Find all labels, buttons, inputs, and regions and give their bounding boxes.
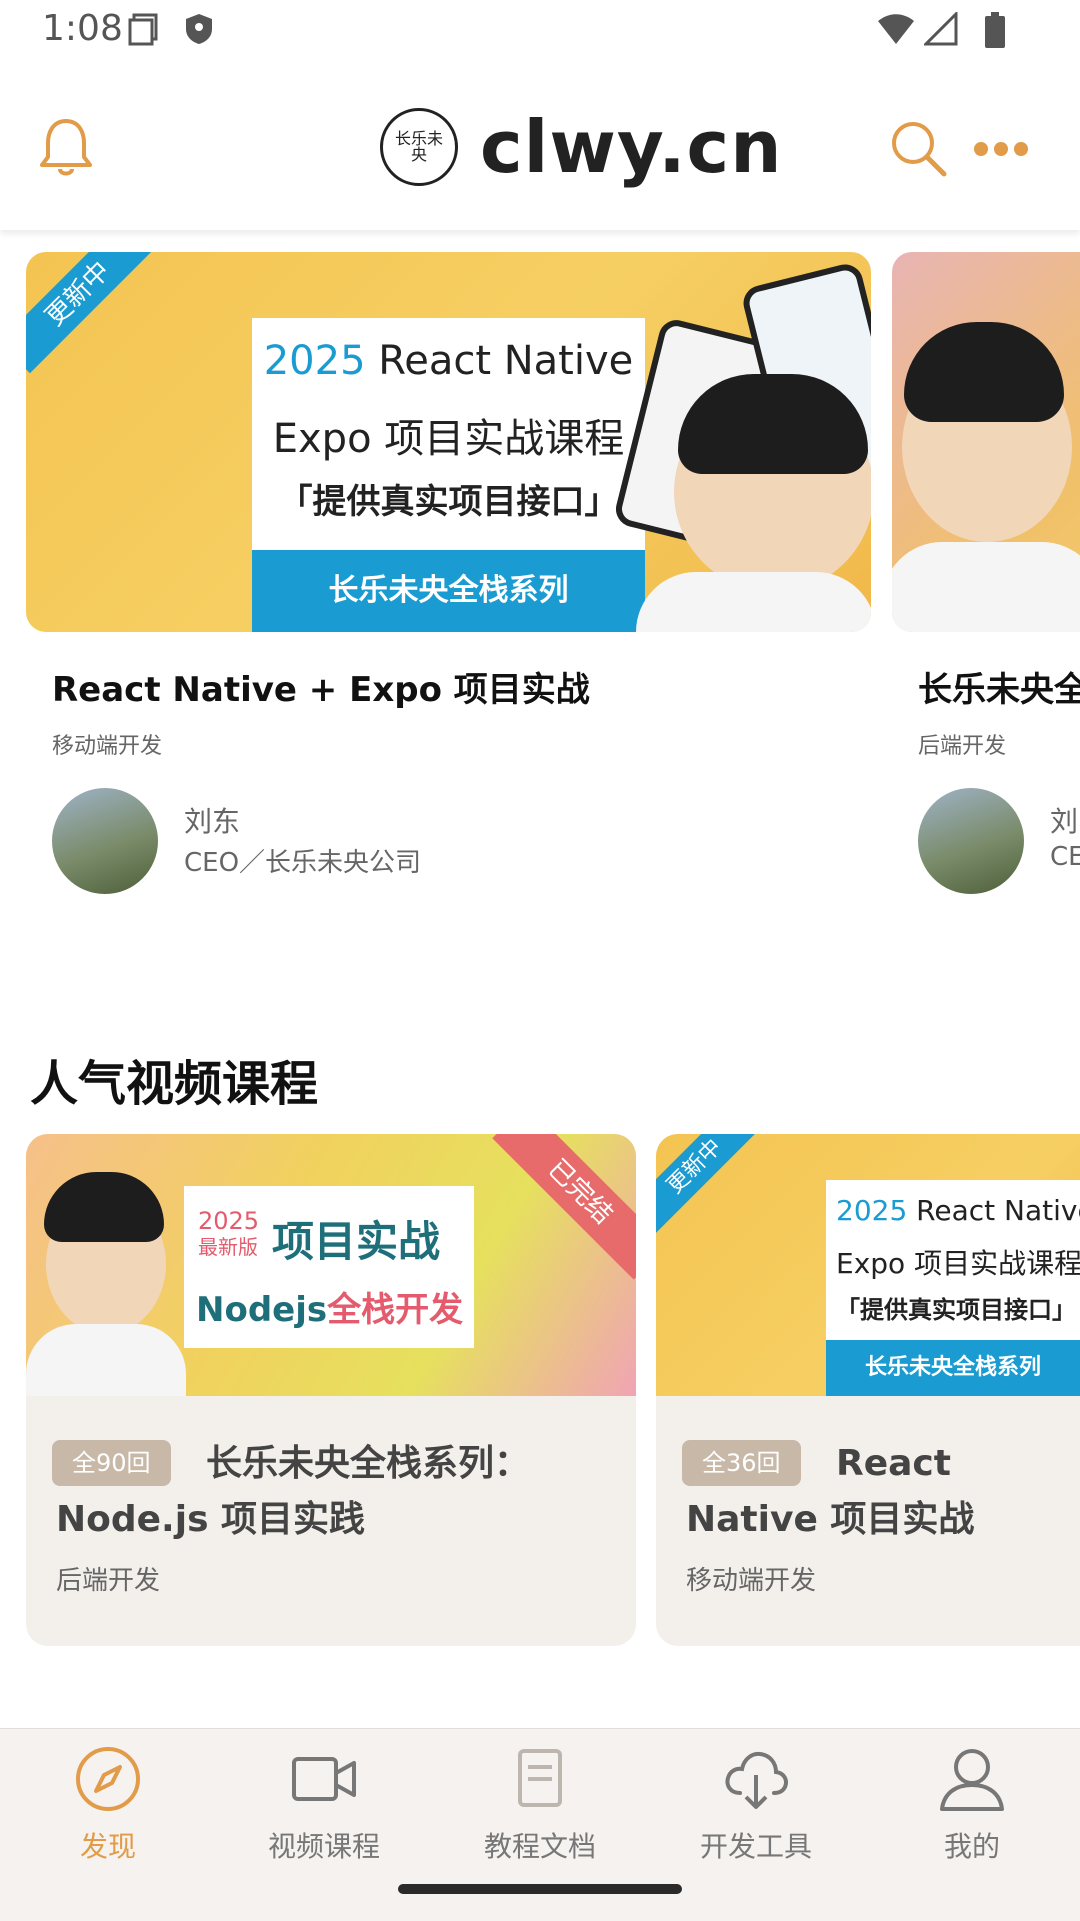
compass-icon [76, 1747, 140, 1811]
cover-footer: 长乐未央全栈系列 [826, 1340, 1080, 1396]
cover-banner: 2025 React Native Expo 项目实战课程 「提供真实项目接口」 [252, 318, 645, 550]
author-name: 刘东 [184, 805, 241, 838]
logo-seal: 长乐未央 [380, 108, 458, 186]
instructor-shirt [636, 572, 871, 632]
cloud-download-icon [725, 1751, 788, 1809]
document-icon [518, 1749, 562, 1807]
author-role: CEO [1050, 842, 1080, 872]
episode-badge: 全90回 [52, 1440, 171, 1486]
course-cover-image: 2025 最新版 项目实战 Nodejs全栈开发 已完结 [26, 1134, 636, 1396]
featured-course-card[interactable]: 长乐未央全 后端开发 刘东 CEO [892, 252, 1080, 912]
tab-label: 教程文档 [483, 1830, 596, 1863]
screenshot-icon [128, 13, 158, 46]
signal-icon [924, 12, 958, 46]
course-category: 移动端开发 [686, 1566, 817, 1596]
instructor-hair [44, 1172, 164, 1242]
instructor-shirt [26, 1324, 186, 1396]
cover-footer: 长乐未央全栈系列 [252, 550, 645, 632]
status-ribbon: 已完结 [492, 1134, 636, 1280]
tab-video-courses[interactable]: 视频课程 [216, 1729, 432, 1869]
featured-course-card[interactable]: 更新中 2025 React Native Expo 项目实战课程 「提供真实项… [26, 252, 871, 912]
section-title: 人气视频课程 [30, 1056, 319, 1112]
course-category: 移动端开发 [52, 734, 163, 759]
user-icon [940, 1749, 1004, 1811]
avatar [918, 788, 1024, 894]
instructor-hair [904, 322, 1064, 422]
logo-text: clwy.cn [480, 105, 783, 189]
cover-banner: 2025 最新版 项目实战 Nodejs全栈开发 [184, 1186, 474, 1348]
course-cover-image [892, 252, 1080, 632]
status-ribbon: 更新中 [656, 1134, 762, 1234]
instructor-shirt [892, 542, 1080, 632]
avatar [52, 788, 158, 894]
episode-badge: 全36回 [682, 1440, 801, 1486]
tab-label: 发现 [79, 1830, 136, 1863]
course-title: 长乐未央全 [918, 670, 1080, 710]
wifi-icon [878, 14, 914, 44]
video-course-card[interactable]: 更新中 2025 React Native Expo 项目实战课程 「提供真实项… [656, 1134, 1080, 1646]
course-cover-image: 更新中 2025 React Native Expo 项目实战课程 「提供真实项… [26, 252, 871, 632]
bell-icon[interactable] [38, 115, 94, 179]
home-indicator[interactable] [398, 1884, 682, 1894]
tab-label: 视频课程 [267, 1830, 380, 1863]
shield-icon [186, 14, 212, 44]
app-header: 长乐未央 clwy.cn [0, 60, 1080, 230]
status-bar: 1:08 [0, 0, 1080, 60]
author-name: 刘东 [1050, 805, 1080, 838]
author-role: CEO／长乐未央公司 [184, 848, 422, 878]
course-title: React Native + Expo 项目实战 [52, 670, 590, 710]
video-camera-icon [292, 1757, 356, 1801]
search-icon[interactable] [888, 118, 948, 178]
course-category: 后端开发 [918, 734, 1007, 759]
course-cover-image: 更新中 2025 React Native Expo 项目实战课程 「提供真实项… [656, 1134, 1080, 1396]
video-course-card[interactable]: 2025 最新版 项目实战 Nodejs全栈开发 已完结 长乐未央全栈系列：No… [26, 1134, 636, 1646]
tab-documents[interactable]: 教程文档 [432, 1729, 648, 1869]
cover-banner: 2025 React Native Expo 项目实战课程 「提供真实项目接口」 [826, 1180, 1080, 1340]
tab-dev-tools[interactable]: 开发工具 [648, 1729, 864, 1869]
tab-label: 开发工具 [699, 1830, 812, 1863]
battery-icon [985, 12, 1005, 48]
tab-label: 我的 [943, 1830, 1000, 1863]
status-time: 1:08 [42, 8, 123, 49]
more-icon[interactable] [972, 124, 1030, 174]
tab-discover[interactable]: 发现 [0, 1729, 216, 1869]
app-logo[interactable]: 长乐未央 clwy.cn [380, 102, 783, 192]
course-category: 后端开发 [56, 1566, 161, 1596]
status-ribbon: 更新中 [26, 252, 158, 374]
tab-profile[interactable]: 我的 [864, 1729, 1080, 1869]
